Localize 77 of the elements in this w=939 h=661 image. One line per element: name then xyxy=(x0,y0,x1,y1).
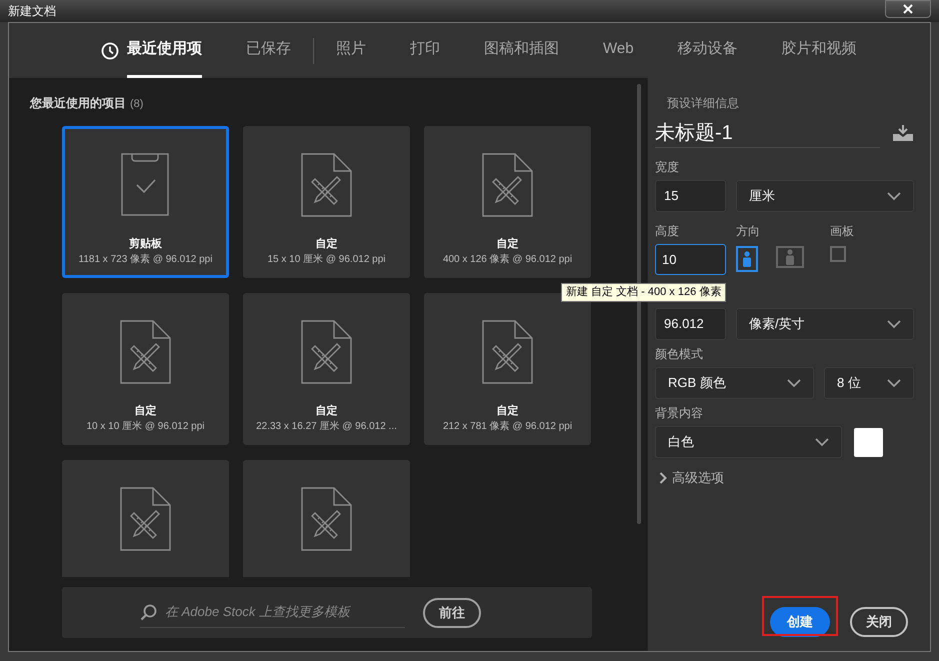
tooltip: 新建 自定 文档 - 400 x 126 像素 xyxy=(561,283,726,302)
preset-card[interactable]: 自定 22.33 x 16.27 厘米 @ 96.012 ... xyxy=(243,293,410,445)
preset-name: 自定 xyxy=(496,404,518,418)
clipboard-check-icon xyxy=(120,153,170,217)
chevron-down-icon xyxy=(887,378,901,388)
preset-card[interactable]: 自定 400 x 126 像素 @ 96.012 ppi xyxy=(424,126,591,278)
field-label: 画板 xyxy=(830,223,854,240)
width-field[interactable]: 15 xyxy=(655,180,726,212)
document-ruler-pencil-icon xyxy=(300,320,352,384)
item-count: (8) xyxy=(130,96,144,112)
preset-card[interactable] xyxy=(62,460,229,577)
panel-heading: 预设详细信息 xyxy=(666,95,740,112)
portrait-orientation-button[interactable] xyxy=(736,246,758,272)
field-label: 高度 xyxy=(655,223,680,240)
resolution-field[interactable]: 96.012 xyxy=(655,308,726,340)
search-field[interactable]: 在 Adobe Stock 上查找更多模板 xyxy=(165,602,400,622)
bit-depth-dropdown[interactable]: 8 位 xyxy=(824,367,914,399)
preset-card[interactable]: 剪贴板 1181 x 723 像素 @ 96.012 ppi xyxy=(62,126,229,278)
preset-card[interactable] xyxy=(243,460,410,577)
person-icon xyxy=(785,249,795,265)
document-ruler-pencil-icon xyxy=(482,320,534,384)
preset-card[interactable]: 自定 15 x 10 厘米 @ 96.012 ppi xyxy=(243,126,410,278)
field-label: 方向 xyxy=(736,223,761,240)
preset-details: 10 x 10 厘米 @ 96.012 ppi xyxy=(86,420,204,434)
go-button[interactable]: 前往 xyxy=(423,598,481,628)
tab[interactable]: 打印 xyxy=(388,23,462,78)
close-button[interactable] xyxy=(885,0,931,18)
close-icon xyxy=(903,4,913,14)
preset-details: 400 x 126 像素 @ 96.012 ppi xyxy=(442,253,572,267)
preset-details: 1181 x 723 像素 @ 96.012 ppi xyxy=(78,253,212,267)
landscape-orientation-button[interactable] xyxy=(776,246,804,268)
document-name-field[interactable]: 未标题-1 xyxy=(655,118,880,148)
tab[interactable]: 胶片和视频 xyxy=(760,23,879,78)
preset-name: 自定 xyxy=(496,237,518,251)
chevron-down-icon xyxy=(787,378,801,388)
chevron-down-icon xyxy=(887,192,901,200)
preset-name: 剪贴板 xyxy=(129,237,162,251)
preset-name: 自定 xyxy=(316,404,338,418)
field-label: 宽度 xyxy=(655,159,680,176)
window-title: 新建文档 xyxy=(8,3,56,20)
document-ruler-pencil-icon xyxy=(300,153,352,217)
height-field[interactable]: 10 xyxy=(655,244,726,275)
preset-details: 15 x 10 厘米 @ 96.012 ppi xyxy=(268,253,386,267)
field-label: 背景内容 xyxy=(655,405,704,422)
chevron-down-icon xyxy=(815,438,829,446)
document-ruler-pencil-icon xyxy=(120,320,172,384)
save-preset-icon[interactable] xyxy=(892,124,914,142)
scrollbar[interactable] xyxy=(637,84,641,524)
preset-details: 212 x 781 像素 @ 96.012 ppi xyxy=(442,420,572,434)
background-color-swatch[interactable] xyxy=(854,428,883,456)
tab[interactable]: 图稿和插图 xyxy=(462,23,581,78)
tab[interactable]: 照片 xyxy=(314,23,388,78)
preset-card[interactable]: 自定 10 x 10 厘米 @ 96.012 ppi xyxy=(62,293,229,445)
preset-details: 22.33 x 16.27 厘米 @ 96.012 ... xyxy=(256,420,397,434)
tab[interactable]: 移动设备 xyxy=(656,23,760,78)
tab[interactable]: Web xyxy=(581,23,656,78)
create-button[interactable]: 创建 xyxy=(770,607,830,637)
field-label: 颜色模式 xyxy=(655,346,704,363)
document-ruler-pencil-icon xyxy=(300,487,352,551)
artboard-checkbox[interactable] xyxy=(830,246,846,262)
person-icon xyxy=(742,251,752,267)
preset-name: 自定 xyxy=(134,404,156,418)
background-dropdown[interactable]: 白色 xyxy=(655,426,842,458)
unit-dropdown[interactable]: 厘米 xyxy=(736,180,914,212)
color-mode-dropdown[interactable]: RGB 颜色 xyxy=(655,367,814,399)
search-icon xyxy=(140,604,157,620)
chevron-down-icon xyxy=(887,320,901,328)
chevron-right-icon xyxy=(659,472,667,484)
section-heading: 您最近使用的项目 xyxy=(30,95,126,112)
unit-dropdown[interactable]: 像素/英寸 xyxy=(736,308,914,340)
tab[interactable]: 已保存 xyxy=(224,23,313,78)
advanced-options-toggle[interactable]: 高级选项 xyxy=(659,468,724,488)
clock-icon xyxy=(101,42,119,60)
document-ruler-pencil-icon xyxy=(482,153,534,217)
close-dialog-button[interactable]: 关闭 xyxy=(850,607,908,637)
preset-name: 自定 xyxy=(316,237,338,251)
document-ruler-pencil-icon xyxy=(120,487,172,551)
